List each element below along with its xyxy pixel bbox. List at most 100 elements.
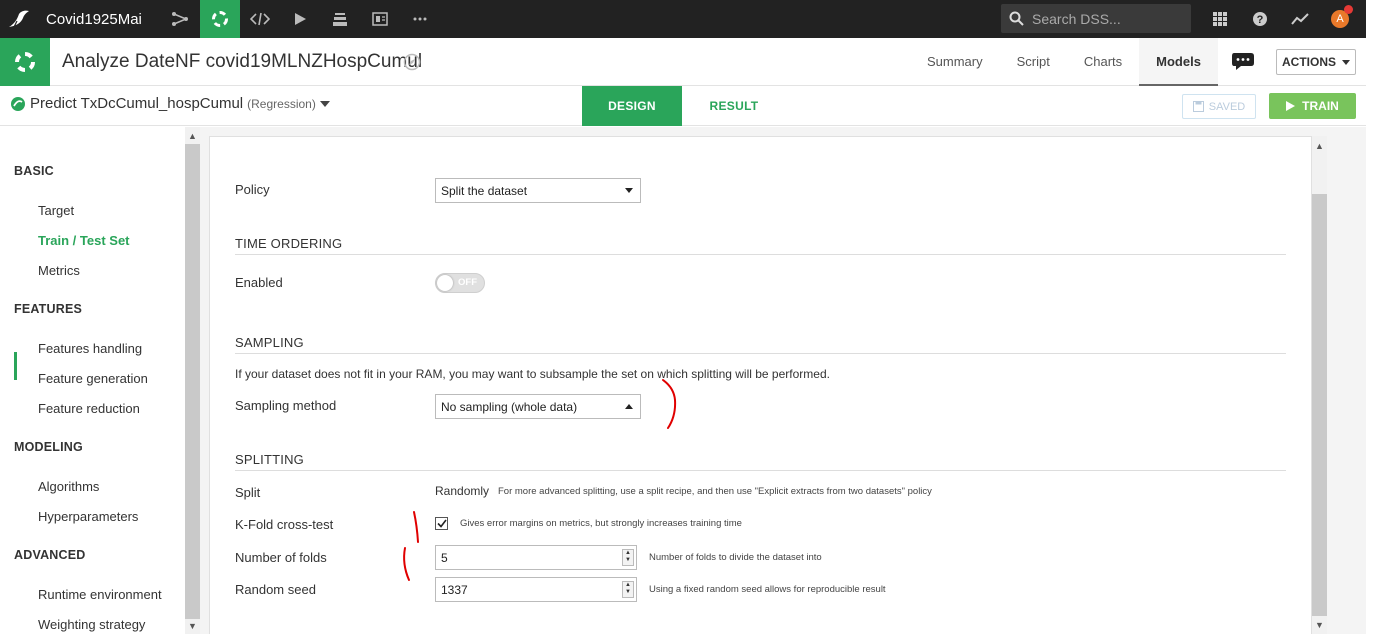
seed-input[interactable]: 1337 ▲ ▼ (435, 577, 637, 602)
folds-note: Number of folds to divide the dataset in… (649, 552, 822, 563)
top-navbar: Covid1925Mai ? A (0, 0, 1366, 38)
search-icon (1009, 11, 1024, 26)
policy-label: Policy (235, 182, 270, 197)
folds-stepper-icon[interactable]: ▲ ▼ (622, 549, 634, 566)
scroll-up-icon[interactable]: ▲ (188, 131, 197, 141)
sidebar-item-runtime-environment[interactable]: Runtime environment (38, 587, 162, 602)
kfold-checkbox[interactable] (435, 517, 448, 530)
folds-value: 5 (441, 550, 448, 565)
help-icon[interactable]: ? (1240, 0, 1280, 38)
search-input[interactable] (1032, 10, 1182, 27)
folds-input[interactable]: 5 ▲ ▼ (435, 545, 637, 570)
checkmark-icon (436, 519, 447, 528)
caret-down-icon (1342, 59, 1350, 65)
scroll-down-icon[interactable]: ▼ (188, 621, 197, 631)
predict-label: Predict TxDcCumul_hospCumul (30, 95, 244, 112)
tab-models[interactable]: Models (1139, 38, 1218, 86)
apps-grid-icon[interactable] (1200, 0, 1240, 38)
search-box[interactable] (1001, 4, 1191, 33)
sidebar-section-modeling: MODELING (14, 440, 83, 454)
seed-stepper-icon[interactable]: ▲ ▼ (622, 581, 634, 598)
chevron-down-icon (319, 100, 330, 107)
dss-bird-logo-icon[interactable] (0, 0, 38, 38)
ml-lab-icon (0, 38, 50, 86)
seed-value: 1337 (441, 582, 468, 597)
page-title: Analyze DateNF covid19MLNZHospCumul (62, 51, 423, 72)
caret-down-icon (625, 188, 633, 193)
red-annotation-mark (403, 547, 410, 581)
project-name[interactable]: Covid1925Mai (46, 11, 142, 28)
main-scrollbar[interactable]: ▲ ▼ (1312, 136, 1327, 634)
predict-selector[interactable]: Predict TxDcCumul_hospCumul (Regression) (10, 95, 330, 112)
sidebar-section-features: FEATURES (14, 302, 83, 316)
tab-script[interactable]: Script (1000, 38, 1067, 86)
lab-icon[interactable] (199, 0, 240, 38)
splitting-heading: SPLITTING (235, 452, 1286, 471)
sampling-info-text: If your dataset does not fit in your RAM… (235, 367, 830, 381)
split-label: Split (235, 485, 261, 500)
sidebar-item-hyperparameters[interactable]: Hyperparameters (38, 509, 138, 524)
time-ordering-toggle[interactable]: OFF (435, 273, 485, 293)
kfold-label: K-Fold cross-test (235, 517, 334, 532)
regression-icon (11, 96, 25, 111)
dashboard-icon[interactable] (360, 0, 400, 38)
play-icon (1286, 101, 1296, 111)
window-edge (1366, 0, 1379, 634)
code-icon[interactable] (240, 0, 280, 38)
sidebar-section-basic: BASIC (14, 164, 54, 178)
sidebar-item-features-handling[interactable]: Features handling (38, 341, 142, 356)
more-menu-icon[interactable] (400, 0, 440, 38)
notification-dot (1344, 5, 1353, 14)
actions-label: ACTIONS (1282, 55, 1336, 69)
split-note: For more advanced splitting, use a split… (498, 486, 932, 497)
tab-charts[interactable]: Charts (1067, 38, 1139, 86)
red-annotation-mark (662, 379, 677, 429)
main-scroll-down-icon[interactable]: ▼ (1315, 620, 1324, 630)
edit-compass-icon[interactable] (403, 53, 421, 74)
jobs-stack-icon[interactable] (320, 0, 360, 38)
tab-summary[interactable]: Summary (910, 38, 1000, 86)
predict-type: (Regression) (247, 96, 316, 111)
sidebar-item-train-test-set[interactable]: Train / Test Set (38, 233, 130, 248)
train-button[interactable]: TRAIN (1269, 93, 1356, 119)
tab-design[interactable]: DESIGN (582, 86, 682, 126)
sampling-method-label: Sampling method (235, 398, 337, 413)
sidebar-item-metrics[interactable]: Metrics (38, 263, 80, 278)
enabled-label: Enabled (235, 275, 283, 290)
sidebar-item-feature-generation[interactable]: Feature generation (38, 371, 148, 386)
sidebar-scroll-thumb[interactable] (185, 144, 200, 619)
sidebar-item-target[interactable]: Target (38, 203, 74, 218)
red-annotation-mark (413, 511, 419, 543)
saved-button[interactable]: SAVED (1182, 94, 1256, 119)
flow-icon[interactable] (160, 0, 200, 38)
toggle-text: OFF (458, 277, 477, 288)
model-design-header: Predict TxDcCumul_hospCumul (Regression)… (0, 86, 1366, 126)
sampling-method-value: No sampling (whole data) (441, 399, 578, 414)
sidebar-item-feature-reduction[interactable]: Feature reduction (38, 401, 140, 416)
run-icon[interactable] (280, 0, 320, 38)
time-ordering-heading: TIME ORDERING (235, 236, 1286, 255)
tab-result[interactable]: RESULT (682, 86, 786, 126)
main-scroll-thumb[interactable] (1312, 194, 1327, 616)
split-value: Randomly (435, 484, 490, 498)
saved-label: SAVED (1208, 100, 1246, 113)
user-avatar[interactable]: A (1320, 0, 1360, 38)
policy-select[interactable]: Split the dataset (435, 178, 641, 203)
svg-text:?: ? (1257, 14, 1264, 26)
policy-value: Split the dataset (441, 183, 528, 198)
avatar-letter: A (1336, 13, 1344, 25)
toggle-knob (437, 275, 453, 291)
discussions-icon[interactable] (1226, 48, 1262, 76)
analysis-header: Analyze DateNF covid19MLNZHospCumul Summ… (0, 38, 1366, 86)
sidebar-scrollbar[interactable]: ▲ ▼ (185, 127, 200, 634)
sidebar-item-algorithms[interactable]: Algorithms (38, 479, 99, 494)
activity-trend-icon[interactable] (1280, 0, 1320, 38)
main-scroll-up-icon[interactable]: ▲ (1315, 141, 1324, 151)
sampling-heading: SAMPLING (235, 335, 1286, 354)
folds-label: Number of folds (235, 550, 327, 565)
actions-button[interactable]: ACTIONS (1276, 49, 1356, 75)
sampling-method-select[interactable]: No sampling (whole data) (435, 394, 641, 419)
sidebar-item-weighting-strategy[interactable]: Weighting strategy (38, 617, 145, 632)
caret-up-icon (625, 404, 633, 409)
seed-label: Random seed (235, 582, 316, 597)
